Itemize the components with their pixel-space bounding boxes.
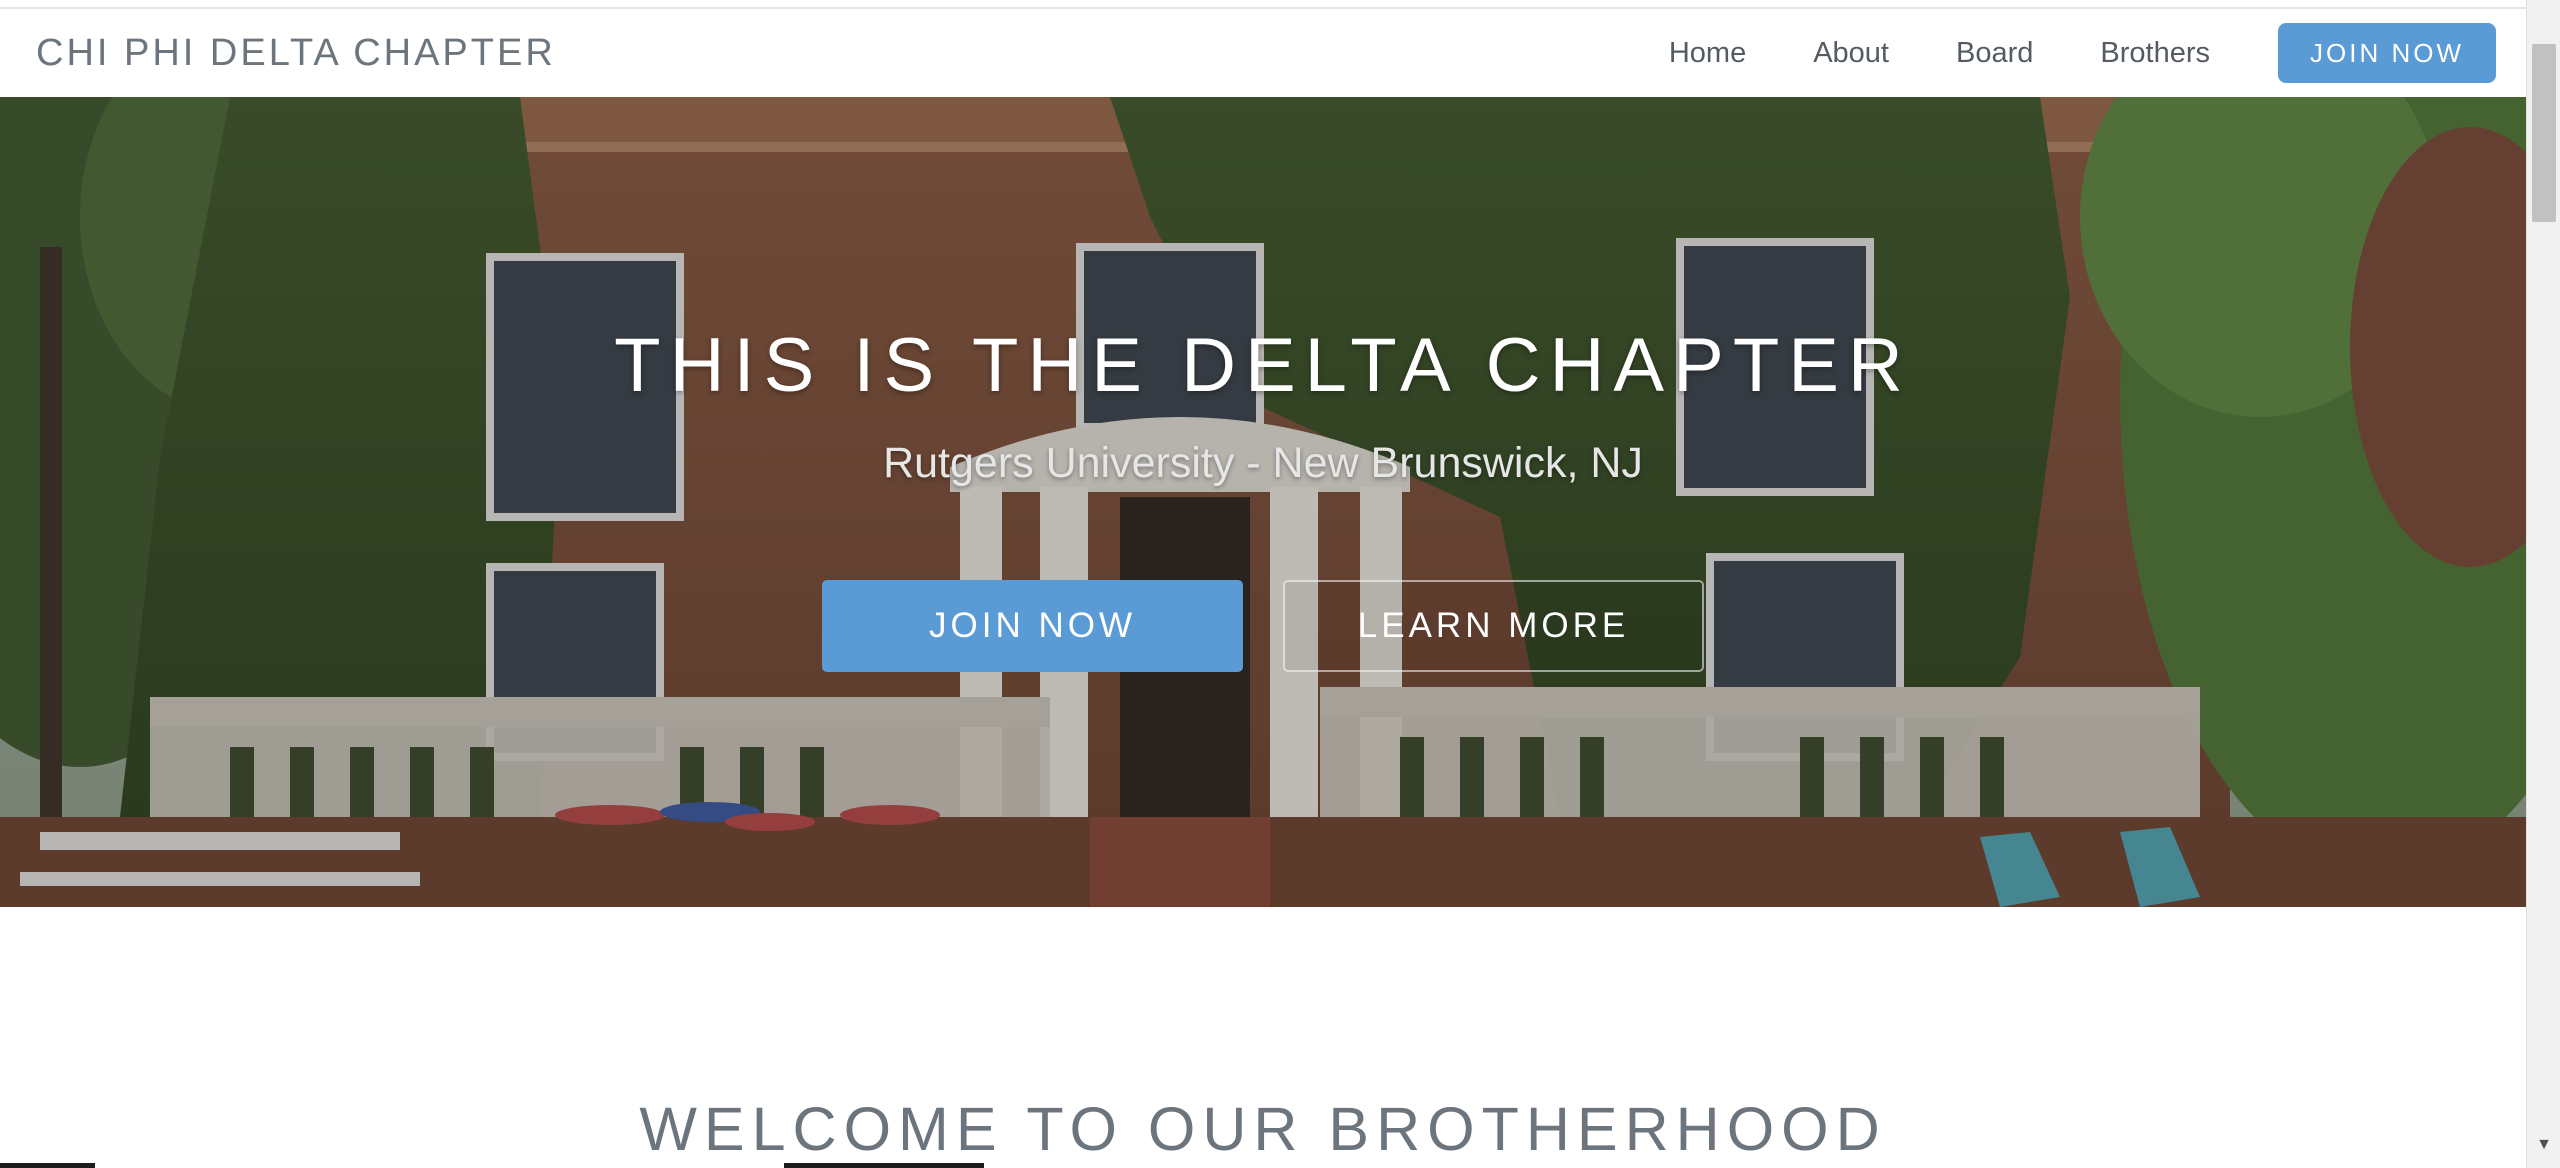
scrollbar-thumb[interactable] [2532,44,2556,222]
nav-links: Home About Board Brothers JOIN NOW [1602,9,2496,97]
scroll-down-arrow-icon[interactable]: ▼ [2527,1128,2560,1162]
vertical-scrollbar[interactable]: ▲ ▼ [2526,0,2560,1168]
hero-overlay [0,97,2526,907]
hero-title: THIS IS THE DELTA CHAPTER [614,323,1912,408]
welcome-section: WELCOME TO OUR BROTHERHOOD [0,907,2526,1168]
bottom-edge [0,1162,2526,1168]
page: CHI PHI DELTA CHAPTER Home About Board B… [0,0,2560,1168]
browser-top-edge [0,0,2526,9]
site-brand[interactable]: CHI PHI DELTA CHAPTER [36,32,556,75]
welcome-title: WELCOME TO OUR BROTHERHOOD [639,1095,1887,1163]
hero-section: THIS IS THE DELTA CHAPTER Rutgers Univer… [0,97,2526,907]
navbar: CHI PHI DELTA CHAPTER Home About Board B… [0,9,2526,97]
nav-link-home[interactable]: Home [1669,37,1746,70]
hero-learn-more-button[interactable]: LEARN MORE [1283,580,1704,672]
hero-subtitle: Rutgers University - New Brunswick, NJ [883,439,1643,487]
nav-link-brothers[interactable]: Brothers [2100,37,2210,70]
bottom-edge-segment [0,1163,95,1168]
nav-join-button[interactable]: JOIN NOW [2278,23,2496,83]
bottom-edge-segment [784,1163,984,1168]
nav-link-board[interactable]: Board [1956,37,2033,70]
hero-join-button[interactable]: JOIN NOW [822,580,1243,672]
nav-link-about[interactable]: About [1813,37,1889,70]
